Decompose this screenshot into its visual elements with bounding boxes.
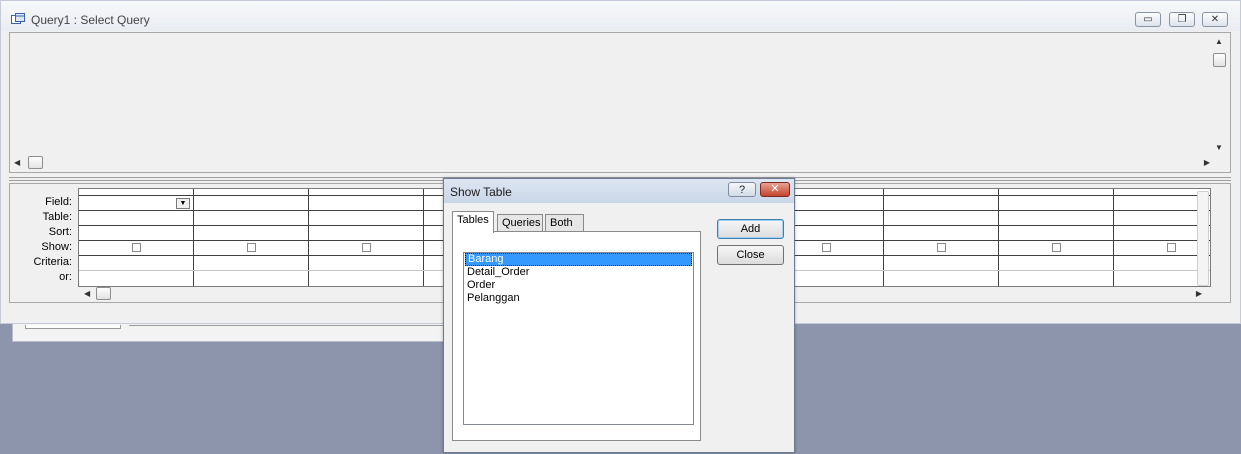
grid-column[interactable] (884, 189, 999, 286)
field-dropdown-icon[interactable]: ▼ (176, 198, 190, 209)
list-item-pelanggan[interactable]: Pelanggan (465, 292, 692, 305)
row-label-table: Table: (42, 211, 72, 223)
row-label-criteria: Criteria: (33, 256, 72, 268)
show-checkbox[interactable] (1052, 243, 1061, 252)
list-item-detail-order[interactable]: Detail_Order (465, 266, 692, 279)
scroll-left-icon[interactable]: ◀ (14, 158, 20, 167)
tab-tables[interactable]: Tables (452, 211, 494, 233)
table-pane[interactable]: ▲ ▼ ◀ ▶ (9, 32, 1231, 173)
scroll-left-icon[interactable]: ◀ (84, 289, 90, 298)
show-checkbox[interactable] (1167, 243, 1176, 252)
show-checkbox[interactable] (937, 243, 946, 252)
scroll-up-icon[interactable]: ▲ (1215, 37, 1223, 46)
close-icon: ✕ (770, 183, 780, 195)
query-titlebar[interactable]: Query1 : Select Query ▭ ❐ ✕ (1, 1, 1240, 31)
restore-icon: ❐ (1177, 14, 1187, 25)
grid-column[interactable] (194, 189, 309, 286)
table-pane-horizontal-scrollbar[interactable]: ◀ ▶ (12, 156, 1212, 170)
tab-queries[interactable]: Queries (497, 214, 543, 232)
show-checkbox[interactable] (132, 243, 141, 252)
show-checkbox[interactable] (822, 243, 831, 252)
scroll-right-icon[interactable]: ▶ (1196, 289, 1202, 298)
help-button[interactable]: ? (728, 182, 756, 197)
close-window-button[interactable]: ✕ (1202, 12, 1228, 27)
tables-listbox[interactable]: Barang Detail_Order Order Pelanggan (463, 252, 694, 425)
tables-tab-panel: Barang Detail_Order Order Pelanggan (452, 231, 701, 441)
row-label-field: Field: (45, 196, 72, 208)
close-button[interactable]: Close (717, 245, 784, 265)
restore-button[interactable]: ❐ (1169, 12, 1195, 27)
horizontal-scroll-thumb[interactable] (96, 287, 111, 300)
dialog-titlebar[interactable]: Show Table ? ✕ (444, 179, 794, 203)
row-label-or: or: (59, 271, 72, 283)
list-item-barang[interactable]: Barang (465, 253, 692, 266)
show-checkbox[interactable] (247, 243, 256, 252)
show-table-dialog: Show Table ? ✕ Tables Queries Both Baran… (443, 178, 795, 453)
close-icon: ✕ (1210, 14, 1220, 25)
help-icon: ? (738, 184, 746, 196)
show-checkbox[interactable] (362, 243, 371, 252)
table-pane-vertical-scrollbar[interactable]: ▲ ▼ (1213, 35, 1226, 155)
query-window-title: Query1 : Select Query (31, 13, 150, 27)
grid-column[interactable] (999, 189, 1114, 286)
scroll-right-icon[interactable]: ▶ (1204, 158, 1210, 167)
dialog-title: Show Table (450, 185, 512, 199)
vertical-scroll-thumb[interactable] (1213, 53, 1226, 67)
background-tab (25, 325, 121, 329)
minimize-button[interactable]: ▭ (1135, 12, 1161, 27)
list-item-order[interactable]: Order (465, 279, 692, 292)
background-divider (129, 325, 449, 326)
minimize-icon: ▭ (1143, 14, 1153, 25)
grid-vertical-scrollbar[interactable] (1197, 191, 1209, 286)
row-label-sort: Sort: (48, 226, 72, 238)
row-label-show: Show: (41, 241, 72, 253)
scroll-down-icon[interactable]: ▼ (1215, 143, 1223, 152)
tab-both[interactable]: Both (545, 214, 584, 232)
add-button[interactable]: Add (717, 219, 784, 239)
dialog-close-button[interactable]: ✕ (760, 182, 790, 197)
query-icon (11, 13, 25, 24)
horizontal-scroll-thumb[interactable] (28, 156, 43, 169)
grid-column[interactable] (309, 189, 424, 286)
